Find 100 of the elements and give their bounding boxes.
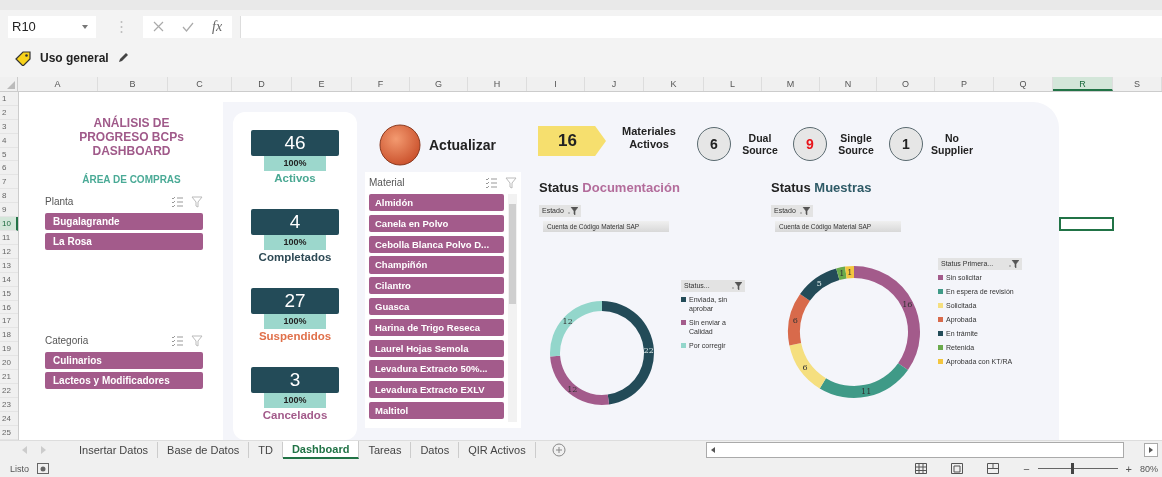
slicer-item[interactable]: La Rosa bbox=[45, 232, 203, 250]
slicer-item[interactable]: Maltitol bbox=[369, 401, 504, 420]
name-box[interactable]: R10 bbox=[8, 15, 96, 38]
slicer-item[interactable]: Culinarios bbox=[45, 351, 203, 369]
row-header[interactable]: 11 bbox=[0, 231, 18, 245]
row-header[interactable]: 1 bbox=[0, 91, 18, 106]
kpi-percent: 100% bbox=[264, 156, 326, 172]
sheet-tab[interactable]: Dashboard bbox=[282, 441, 360, 460]
sheet-tab[interactable]: QIR Activos bbox=[459, 442, 536, 459]
row-header[interactable]: 24 bbox=[0, 411, 18, 426]
row-header[interactable]: 16 bbox=[0, 300, 18, 315]
column-header[interactable]: R bbox=[1053, 76, 1113, 91]
column-header[interactable]: E bbox=[292, 76, 352, 91]
cancel-icon[interactable] bbox=[153, 21, 164, 33]
column-header[interactable]: H bbox=[468, 76, 527, 91]
refresh-button[interactable]: Actualizar bbox=[379, 123, 496, 166]
normal-view-icon[interactable] bbox=[915, 463, 928, 475]
zoom-out-button[interactable]: − bbox=[1023, 462, 1030, 475]
multi-select-icon[interactable] bbox=[171, 196, 183, 208]
sensitivity-label[interactable]: Uso general bbox=[40, 51, 109, 66]
add-sheet-icon[interactable] bbox=[551, 443, 566, 458]
sheet-tab[interactable]: Datos bbox=[411, 442, 460, 459]
scrollbar[interactable] bbox=[508, 193, 517, 422]
sheet-tab[interactable]: Base de Datos bbox=[158, 442, 250, 459]
kpi-label: Cancelados bbox=[262, 409, 328, 422]
insert-function-button[interactable]: fx bbox=[212, 18, 223, 35]
slicer-item[interactable]: Cilantro bbox=[369, 277, 504, 295]
slicer-item[interactable]: Levadura Extracto 50%... bbox=[369, 360, 504, 378]
scroll-right-icon[interactable] bbox=[1144, 443, 1158, 458]
selected-cell[interactable] bbox=[1059, 216, 1114, 231]
slicer-item[interactable]: Laurel Hojas Semola bbox=[369, 339, 504, 357]
select-all-icon[interactable] bbox=[7, 80, 15, 89]
column-header[interactable]: N bbox=[820, 76, 877, 91]
macro-record-icon[interactable] bbox=[37, 463, 49, 475]
row-header[interactable]: 4 bbox=[0, 133, 18, 148]
tag-icon bbox=[14, 50, 32, 67]
column-header[interactable]: O bbox=[877, 76, 935, 91]
pencil-icon[interactable] bbox=[116, 52, 129, 65]
row-header[interactable]: 2 bbox=[0, 105, 18, 120]
kpi-percent: 100% bbox=[264, 314, 326, 330]
row-header[interactable]: 5 bbox=[0, 147, 18, 162]
column-header[interactable]: B bbox=[98, 76, 168, 91]
row-header[interactable]: 10 bbox=[0, 217, 18, 231]
row-header[interactable]: 12 bbox=[0, 244, 18, 259]
column-header[interactable]: D bbox=[232, 76, 292, 91]
row-header[interactable]: 17 bbox=[0, 314, 18, 329]
column-header[interactable]: P bbox=[935, 76, 994, 91]
scrollbar[interactable] bbox=[705, 442, 1124, 459]
row-header[interactable]: 3 bbox=[0, 119, 18, 134]
multi-select-icon[interactable] bbox=[485, 177, 497, 189]
column-header[interactable]: A bbox=[18, 76, 98, 91]
row-header[interactable]: 13 bbox=[0, 258, 18, 273]
row-header[interactable]: 20 bbox=[0, 356, 18, 371]
slicer-item[interactable]: Guasca bbox=[369, 297, 504, 316]
row-header[interactable]: 18 bbox=[0, 328, 18, 343]
slicer-item[interactable]: Almidón bbox=[369, 193, 504, 212]
zoom-in-button[interactable]: + bbox=[1125, 462, 1132, 475]
data-label: 16 bbox=[902, 300, 913, 310]
column-header[interactable]: F bbox=[352, 76, 410, 91]
row-header[interactable]: 8 bbox=[0, 189, 18, 204]
page-break-icon[interactable] bbox=[987, 463, 1000, 475]
sheet-tab[interactable]: Tareas bbox=[359, 442, 412, 459]
column-header[interactable]: J bbox=[585, 76, 644, 91]
sheet-tab[interactable]: TD bbox=[249, 442, 283, 459]
column-header[interactable]: L bbox=[704, 76, 762, 91]
column-header[interactable]: S bbox=[1113, 76, 1162, 91]
row-header[interactable]: 22 bbox=[0, 383, 18, 398]
kpi-percent: 100% bbox=[264, 393, 326, 409]
kpi-label: Completados bbox=[258, 251, 332, 264]
slicer-item[interactable]: Harina de Trigo Reseca bbox=[369, 318, 504, 336]
zoom-level[interactable]: 80% bbox=[1140, 463, 1162, 474]
clear-filter-icon[interactable] bbox=[191, 334, 203, 347]
row-header[interactable]: 6 bbox=[0, 161, 18, 176]
row-header[interactable]: 21 bbox=[0, 370, 18, 384]
row-header[interactable]: 14 bbox=[0, 272, 18, 287]
row-header[interactable]: 7 bbox=[0, 175, 18, 190]
row-header[interactable]: 19 bbox=[0, 342, 18, 357]
clear-filter-icon[interactable] bbox=[505, 176, 517, 189]
row-header[interactable]: 15 bbox=[0, 286, 18, 301]
formula-field[interactable] bbox=[240, 15, 1162, 38]
legend-swatch bbox=[938, 344, 943, 350]
column-header[interactable]: M bbox=[762, 76, 820, 91]
row-header[interactable]: 25 bbox=[0, 425, 18, 440]
slicer-item[interactable]: Cebolla Blanca Polvo D... bbox=[369, 235, 504, 253]
column-header[interactable]: G bbox=[410, 76, 468, 91]
check-icon[interactable] bbox=[182, 21, 194, 32]
clear-filter-icon[interactable] bbox=[191, 195, 203, 208]
slicer-item[interactable]: Levadura Extracto EXLV bbox=[369, 381, 504, 399]
slicer-item[interactable]: Lacteos y Modificadores bbox=[45, 371, 203, 389]
slicer-item[interactable]: Champiñón bbox=[369, 256, 504, 274]
slicer-item[interactable]: Bugalagrande bbox=[45, 212, 203, 230]
row-header[interactable]: 23 bbox=[0, 397, 18, 412]
column-header[interactable]: C bbox=[168, 76, 232, 91]
sheet-tab[interactable]: Insertar Datos bbox=[70, 442, 159, 459]
column-header[interactable]: I bbox=[527, 76, 585, 91]
filter-icon bbox=[567, 206, 578, 215]
slicer-item[interactable]: Canela en Polvo bbox=[369, 214, 504, 233]
multi-select-icon[interactable] bbox=[171, 335, 183, 347]
page-layout-icon[interactable] bbox=[951, 463, 964, 475]
column-header[interactable]: K bbox=[644, 76, 704, 91]
